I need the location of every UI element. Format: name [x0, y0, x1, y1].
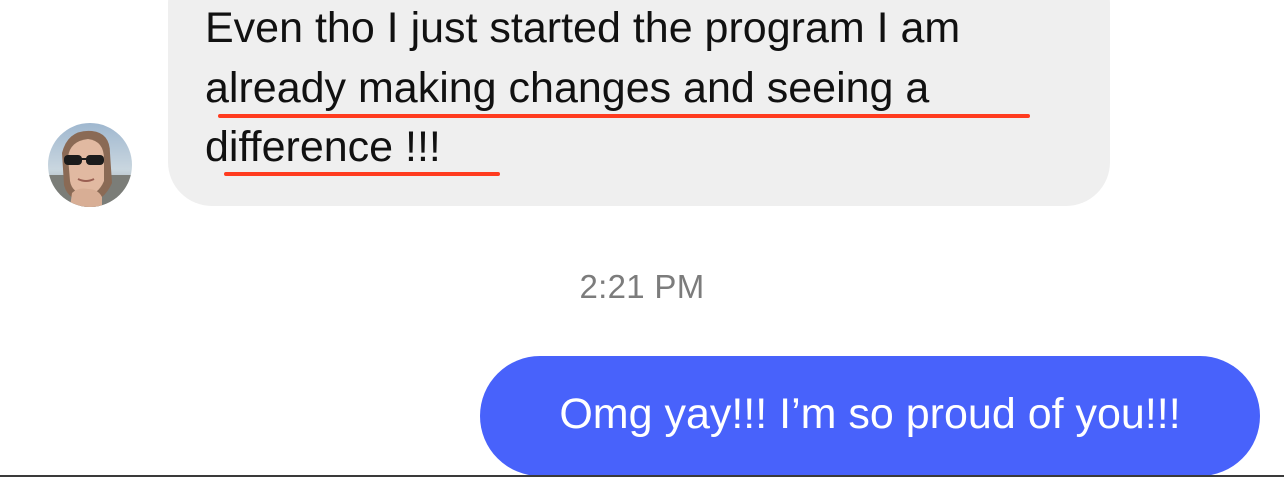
red-underline-annotation: [224, 172, 500, 176]
incoming-message-line-3: difference !!!: [205, 123, 441, 171]
red-underline-annotation: [218, 114, 1030, 118]
sender-avatar[interactable]: [48, 123, 132, 207]
incoming-message-line-1: Even tho I just started the program I am: [205, 4, 961, 52]
outgoing-message-text: Omg yay!!! I’m so proud of you!!!: [559, 390, 1181, 438]
profile-photo-avatar-icon: [48, 123, 132, 207]
incoming-message-line-2: already making changes and seeing a: [205, 64, 930, 112]
message-timestamp: 2:21 PM: [579, 268, 705, 305]
outgoing-message-bubble[interactable]: Omg yay!!! I’m so proud of you!!!: [480, 356, 1260, 476]
